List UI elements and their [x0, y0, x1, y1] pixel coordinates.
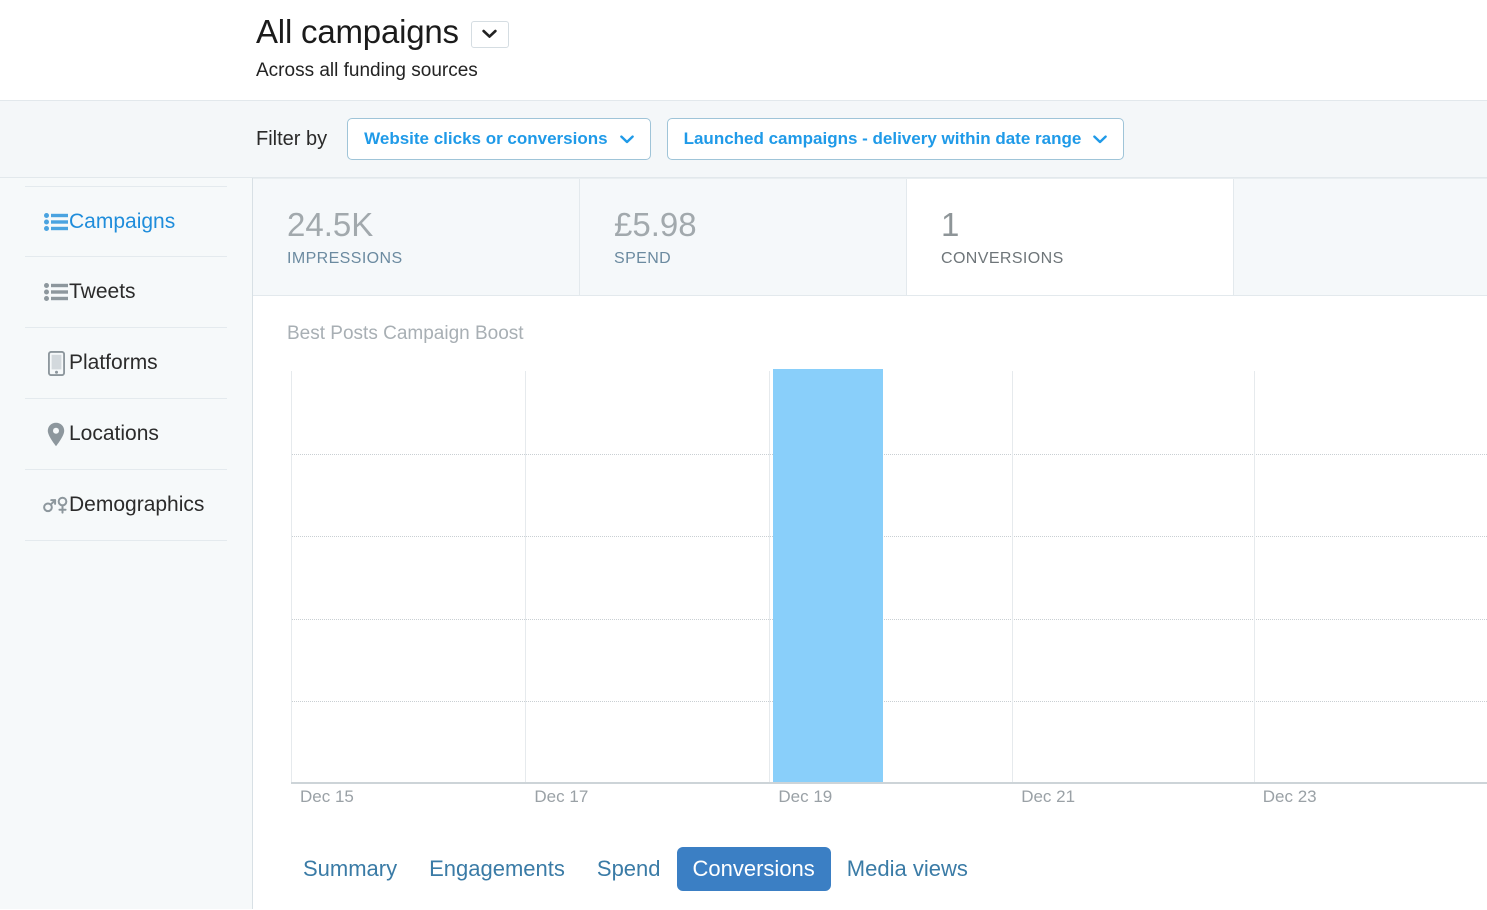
sidebar-item-platforms[interactable]: Platforms: [25, 328, 227, 399]
sidebar-item-tweets[interactable]: Tweets: [25, 257, 227, 328]
chart-x-tick-label: Dec 19: [778, 787, 833, 806]
metric-label-conversions: CONVERSIONS: [941, 250, 1064, 267]
tab-summary[interactable]: Summary: [287, 847, 413, 891]
chevron-down-icon: [619, 134, 634, 144]
chart-x-tick-label: Dec 17: [534, 787, 589, 806]
campaign-selector-dropdown-button[interactable]: [470, 20, 509, 48]
filter-by-label: Filter by: [256, 127, 328, 150]
chevron-down-icon: [1093, 134, 1108, 144]
sidebar-item-campaigns-label: Campaigns: [69, 209, 176, 233]
chart-title: Best Posts Campaign Boost: [287, 323, 524, 344]
filter-button-delivery-label: Launched campaigns - delivery within dat…: [683, 129, 1082, 148]
chart-x-axis-labels: Dec 15Dec 17Dec 19Dec 21Dec 23De: [291, 787, 1487, 817]
page-title: All campaigns: [256, 13, 459, 50]
metric-tabs: Summary Engagements Spend Conversions Me…: [253, 829, 1487, 909]
metric-label-impressions: IMPRESSIONS: [287, 250, 403, 267]
sidebar-item-locations-label: Locations: [69, 422, 159, 445]
metrics-filler: [1234, 179, 1487, 295]
metric-value-impressions: 24.5K: [287, 206, 374, 243]
chart-gridline: [291, 701, 1487, 703]
metric-value-spend: £5.98: [614, 206, 697, 243]
tab-spend[interactable]: Spend: [581, 847, 677, 891]
metrics-row: 24.5K IMPRESSIONS £5.98 SPEND 1 CONVERSI…: [253, 178, 1487, 296]
list-icon: [43, 279, 69, 305]
main-content: 24.5K IMPRESSIONS £5.98 SPEND 1 CONVERSI…: [253, 178, 1487, 909]
chart-plot-area: [291, 369, 1487, 784]
chart-vertical-gridline: [1012, 371, 1014, 784]
chart-vertical-gridline: [291, 371, 292, 784]
chart-gridline: [291, 536, 1487, 538]
metric-label-spend: SPEND: [614, 250, 672, 267]
sidebar: Campaigns Tweets Platforms Locations Dem…: [0, 178, 253, 909]
sidebar-item-locations[interactable]: Locations: [25, 399, 227, 470]
chart-vertical-gridline: [1253, 371, 1255, 784]
chart-bar[interactable]: [772, 369, 884, 782]
metric-value-conversions: 1: [941, 206, 960, 243]
tab-engagements[interactable]: Engagements: [413, 847, 581, 891]
chart-gridline: [291, 618, 1487, 620]
metric-card-impressions[interactable]: 24.5K IMPRESSIONS: [253, 179, 580, 295]
sidebar-item-tweets-label: Tweets: [69, 280, 136, 303]
metric-card-spend[interactable]: £5.98 SPEND: [580, 179, 907, 295]
chart-gridline: [291, 453, 1487, 455]
chart-x-tick-label: Dec 15: [300, 787, 354, 806]
sidebar-item-demographics-label: Demographics: [69, 493, 205, 516]
chevron-down-icon: [482, 29, 498, 39]
chart-x-tick-label: Dec 21: [1021, 787, 1076, 806]
filter-button-objective[interactable]: Website clicks or conversions: [347, 118, 651, 160]
metric-card-conversions[interactable]: 1 CONVERSIONS: [907, 179, 1234, 295]
chart-vertical-gridline: [525, 371, 527, 784]
map-pin-icon: [43, 421, 69, 447]
filter-button-delivery[interactable]: Launched campaigns - delivery within dat…: [666, 118, 1125, 160]
page-header: All campaigns Across all funding sources: [0, 0, 1487, 100]
sidebar-item-platforms-label: Platforms: [69, 351, 158, 374]
title-row: All campaigns: [256, 12, 1487, 52]
chart-vertical-gridline: [769, 371, 771, 784]
tab-conversions[interactable]: Conversions: [676, 847, 831, 891]
chart-container: Best Posts Campaign Boost Dec 15 Dec 17 De…: [253, 296, 1487, 829]
filter-bar: Filter by Website clicks or conversions …: [0, 100, 1487, 178]
tab-media-views[interactable]: Media views: [831, 847, 984, 891]
page-subtitle: Across all funding sources: [256, 60, 478, 81]
sidebar-item-campaigns[interactable]: Campaigns: [25, 186, 227, 257]
gender-symbols-icon: [43, 492, 69, 518]
chart-x-tick-label: Dec 23: [1262, 787, 1317, 806]
sidebar-item-demographics[interactable]: Demographics: [25, 470, 227, 541]
filter-button-objective-label: Website clicks or conversions: [364, 129, 608, 148]
list-icon: [43, 209, 69, 235]
mobile-device-icon: [43, 350, 69, 376]
chart-x-axis-line: [291, 782, 1487, 784]
